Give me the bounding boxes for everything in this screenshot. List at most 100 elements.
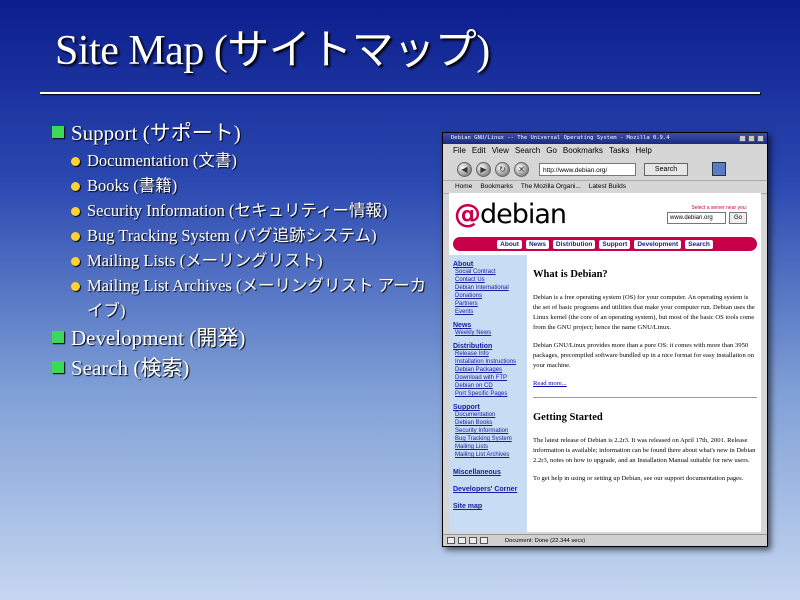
read-more-link[interactable]: Read more...: [533, 379, 757, 389]
reload-button[interactable]: ↻: [495, 161, 510, 177]
menu-file[interactable]: File: [453, 144, 466, 158]
forward-button[interactable]: ▶: [476, 161, 491, 177]
nav-news[interactable]: News: [525, 239, 549, 249]
sidebar-link[interactable]: Contact Us: [453, 276, 527, 284]
green-square-bullet-icon: [52, 361, 64, 373]
yellow-dot-bullet-icon: [71, 182, 80, 191]
sidebar-heading-distribution[interactable]: Distribution: [453, 343, 527, 350]
sidebar-link[interactable]: Bug Tracking System: [453, 435, 527, 443]
menu-search[interactable]: Search: [515, 144, 540, 158]
sidebar-link[interactable]: Download with FTP: [453, 374, 527, 382]
outline-subitem: Documentation (文書): [50, 148, 440, 173]
yellow-dot-bullet-icon: [71, 207, 80, 216]
toolbar-latest-builds[interactable]: Latest Builds: [589, 181, 626, 193]
status-bar: Document: Done (22.344 secs): [443, 534, 767, 546]
status-text: Document: Done (22.344 secs): [505, 538, 586, 544]
menu-go[interactable]: Go: [546, 144, 557, 158]
browser-navbar: ◀ ▶ ↻ ✕ http://www.debian.org/ Search: [443, 158, 767, 180]
mirror-label: Select a server near you:: [691, 205, 747, 211]
toolbar-bookmarks[interactable]: Bookmarks: [480, 181, 513, 193]
nav-development[interactable]: Development: [634, 239, 682, 249]
toolbar-mozilla-org[interactable]: The Mozilla Organi...: [521, 181, 581, 193]
search-button[interactable]: Search: [644, 162, 688, 176]
sidebar-link[interactable]: Port Specific Pages: [453, 390, 527, 398]
content-divider: [533, 397, 757, 398]
sidebar-link[interactable]: Debian Packages: [453, 366, 527, 374]
sidebar-heading-sitemap[interactable]: Site map: [453, 503, 527, 510]
sidebar-link[interactable]: Debian on CD: [453, 382, 527, 390]
sidebar-link[interactable]: Release Info: [453, 350, 527, 358]
debian-logo[interactable]: @debian: [454, 199, 567, 230]
menu-view[interactable]: View: [492, 144, 509, 158]
mirror-selector: Select a server near you: www.debian.org…: [667, 205, 747, 224]
maximize-icon[interactable]: [748, 135, 755, 142]
sidebar-link[interactable]: Mailing List Archives: [453, 451, 527, 459]
close-icon[interactable]: [757, 135, 764, 142]
composer-icon[interactable]: [458, 537, 466, 544]
paragraph-support: To get help in using or setting up Debia…: [533, 475, 744, 482]
minimize-icon[interactable]: [739, 135, 746, 142]
back-button[interactable]: ◀: [457, 161, 472, 177]
outline-subitem: Mailing Lists (メーリングリスト): [50, 248, 440, 273]
paragraph-release: The latest release of Debian is 2.2r3. I…: [533, 437, 756, 464]
menu-tasks[interactable]: Tasks: [609, 144, 629, 158]
sidebar-link[interactable]: Debian Books: [453, 419, 527, 427]
sidebar-link[interactable]: Donations: [453, 292, 527, 300]
browser-screenshot: Debian GNU/Linux -- The Universal Operat…: [442, 132, 768, 547]
green-square-bullet-icon: [52, 126, 64, 138]
outline-subitem: Security Information (セキュリティー情報): [50, 198, 440, 223]
mirror-select[interactable]: www.debian.org: [667, 212, 726, 224]
menu-edit[interactable]: Edit: [472, 144, 486, 158]
sidebar-heading-developers[interactable]: Developers' Corner: [453, 486, 527, 493]
sidebar-link[interactable]: Documentation: [453, 411, 527, 419]
web-page: @debian Select a server near you: www.de…: [449, 193, 761, 532]
url-field[interactable]: http://www.debian.org/: [539, 162, 636, 176]
sidebar-link[interactable]: Mailing Lists: [453, 443, 527, 451]
sidebar-link[interactable]: Social Contract: [453, 268, 527, 276]
addressbook-icon[interactable]: [480, 537, 488, 544]
heading-getting-started: Getting Started: [533, 412, 603, 423]
nav-about[interactable]: About: [497, 239, 522, 249]
yellow-dot-bullet-icon: [71, 157, 80, 166]
main-content: What is Debian? Debian is a free operati…: [533, 257, 757, 492]
outline-item-development: Development (開発): [50, 323, 440, 353]
go-button[interactable]: Go: [729, 212, 747, 224]
stop-button[interactable]: ✕: [514, 161, 529, 177]
title-divider: [40, 92, 760, 94]
menu-help[interactable]: Help: [635, 144, 651, 158]
sidebar-link[interactable]: Partners: [453, 300, 527, 308]
heading-what-is-debian: What is Debian?: [533, 269, 608, 280]
mail-icon[interactable]: [447, 537, 455, 544]
green-square-bullet-icon: [52, 331, 64, 343]
outline: Support (サポート) Documentation (文書) Books …: [50, 118, 440, 383]
nav-search[interactable]: Search: [685, 239, 713, 249]
outline-subitem: Books (書籍): [50, 173, 440, 198]
outline-item-support: Support (サポート): [50, 118, 440, 148]
yellow-dot-bullet-icon: [71, 257, 80, 266]
outline-item-search: Search (検索): [50, 353, 440, 383]
sidebar-heading-news[interactable]: News: [453, 322, 527, 329]
paragraph-intro: Debian is a free operating system (OS) f…: [533, 294, 755, 331]
browser-titlebar: Debian GNU/Linux -- The Universal Operat…: [443, 133, 767, 144]
personal-toolbar: Home Bookmarks The Mozilla Organi... Lat…: [443, 180, 767, 194]
sidebar-link[interactable]: Security Information: [453, 427, 527, 435]
menu-bookmarks[interactable]: Bookmarks: [563, 144, 603, 158]
sidebar-link[interactable]: Installation Instructions: [453, 358, 527, 366]
sidebar-link[interactable]: Events: [453, 308, 527, 316]
paragraph-packages: Debian GNU/Linux provides more than a pu…: [533, 342, 755, 369]
sidebar-heading-support[interactable]: Support: [453, 404, 527, 411]
sidebar-link[interactable]: Debian International: [453, 284, 527, 292]
sidebar-heading-misc[interactable]: Miscellaneous: [453, 469, 527, 476]
sidebar-link[interactable]: Weekly News: [453, 329, 527, 337]
nav-distribution[interactable]: Distribution: [552, 239, 596, 249]
nav-support[interactable]: Support: [599, 239, 631, 249]
window-title: Debian GNU/Linux -- The Universal Operat…: [451, 135, 670, 141]
chat-icon[interactable]: [469, 537, 477, 544]
site-navbar: About News Distribution Support Developm…: [453, 237, 757, 251]
toolbar-home[interactable]: Home: [455, 181, 472, 193]
sidebar-heading-about[interactable]: About: [453, 261, 527, 268]
outline-subitem: Mailing List Archives (メーリングリスト アーカイブ): [50, 273, 440, 323]
outline-subitem: Bug Tracking System (バグ追跡システム): [50, 223, 440, 248]
throbber-icon[interactable]: [712, 162, 726, 176]
site-sidebar: About Social Contract Contact Us Debian …: [449, 255, 527, 532]
